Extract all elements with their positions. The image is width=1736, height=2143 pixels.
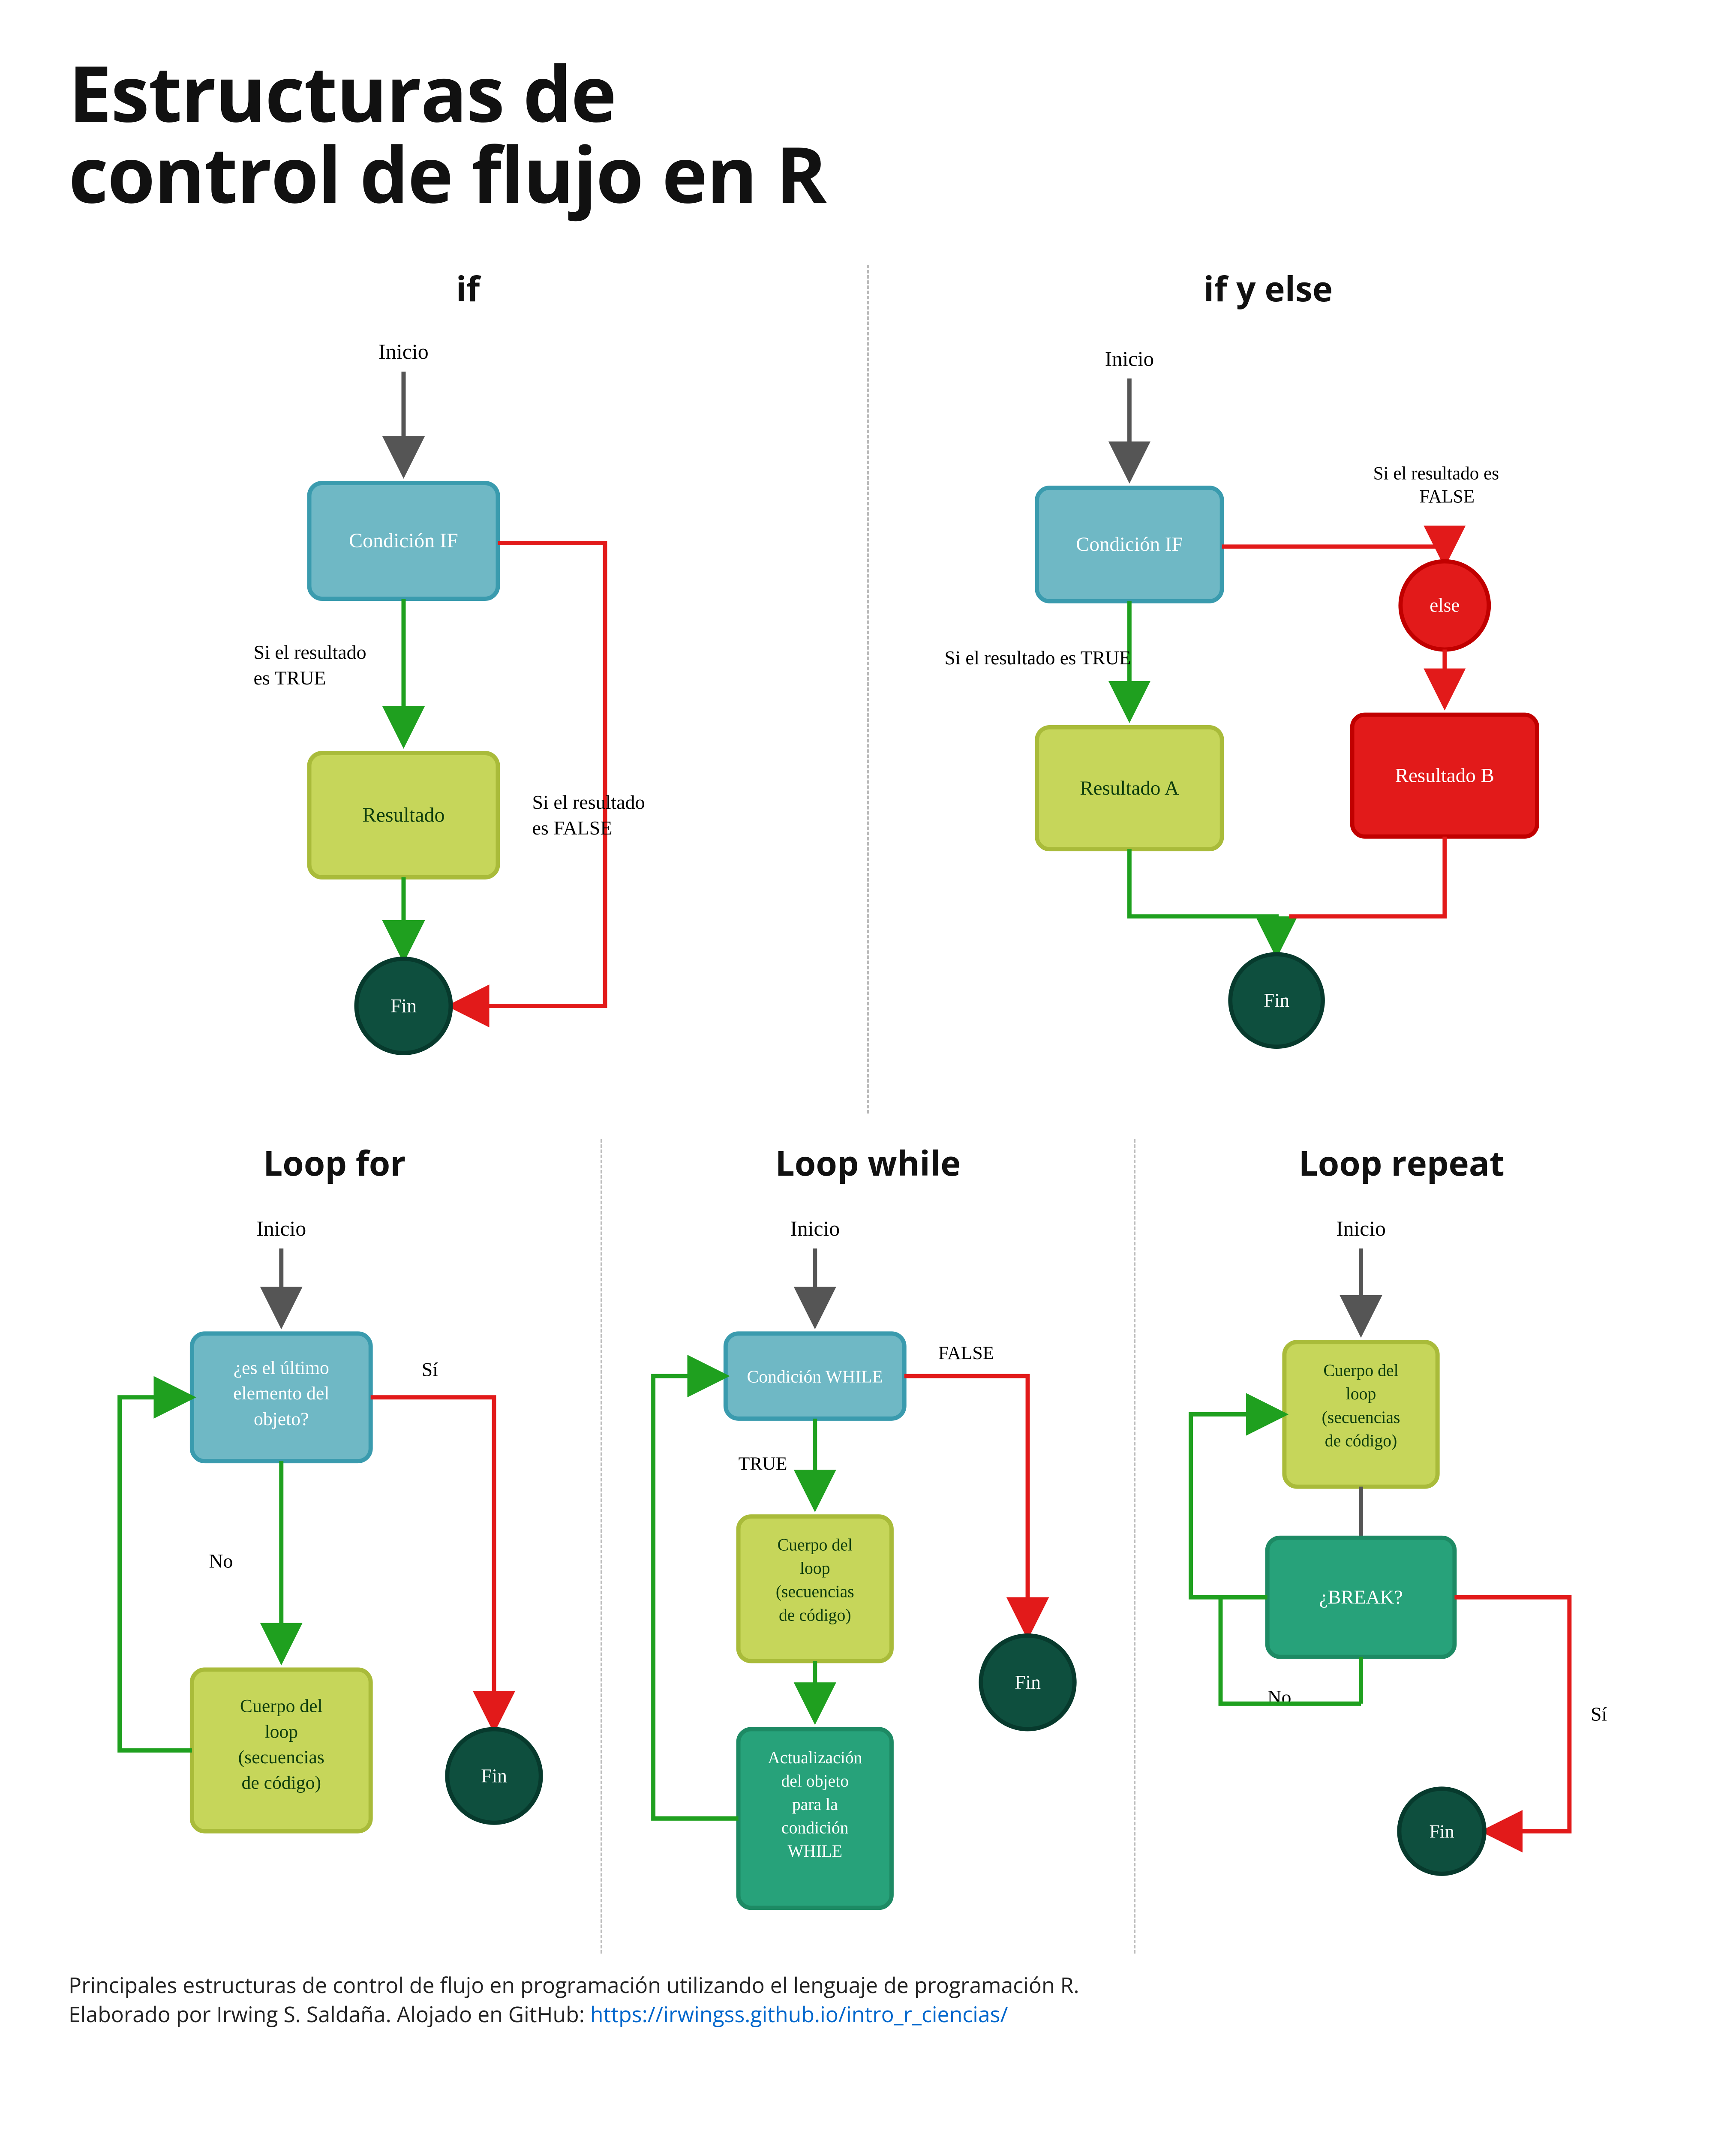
for-body-l3: (secuencias [238, 1747, 324, 1768]
repeat-body-l3: (secuencias [1322, 1408, 1400, 1427]
title-line-2: control de flujo en R [69, 120, 826, 225]
ifelse-arrow-to-else [1222, 546, 1445, 559]
ifelse-else-text: else [1430, 594, 1460, 616]
if-inicio-label: Inicio [378, 339, 429, 363]
for-cond-l3: objeto? [254, 1409, 309, 1429]
while-inicio: Inicio [790, 1217, 840, 1240]
for-inicio: Inicio [256, 1217, 306, 1240]
repeat-fin-text: Fin [1430, 1822, 1454, 1842]
while-fin-text: Fin [1015, 1671, 1041, 1693]
if-true-l1: Si el resultado [254, 641, 366, 663]
if-fin-text: Fin [390, 995, 417, 1017]
diagram-if: Inicio Condición IF Si el resultado es T… [69, 329, 867, 1122]
panel-while-title: Loop while [602, 1139, 1134, 1186]
diagram-ifelse: Inicio Condición IF Si el resultado es F… [869, 329, 1667, 1122]
for-no-label: No [209, 1550, 233, 1572]
while-cond-text: Condición WHILE [747, 1367, 883, 1387]
while-update-l4: condición [781, 1819, 849, 1837]
ifelse-result-b-text: Resultado B [1395, 764, 1494, 786]
repeat-arrow-si [1455, 1597, 1570, 1831]
ifelse-true-label: Si el resultado es TRUE [944, 647, 1131, 669]
while-body-l1: Cuerpo del [777, 1536, 852, 1555]
for-cond-l1: ¿es el último [234, 1358, 329, 1378]
page-title: Estructuras de control de flujo en R [69, 51, 1667, 213]
for-body-l4: de código) [242, 1772, 321, 1793]
panel-if: if Inicio Condición IF Si el resultado [69, 265, 869, 1114]
if-true-l2: es TRUE [254, 667, 326, 689]
for-arrow-si [371, 1397, 494, 1725]
for-cond-l2: elemento del [233, 1383, 329, 1404]
repeat-body-l2: loop [1346, 1384, 1376, 1403]
diagram-repeat: Inicio Cuerpo del loop (secuencias de có… [1135, 1203, 1667, 1962]
while-body-l2: loop [800, 1559, 830, 1578]
if-false-l1: Si el resultado [532, 791, 645, 813]
ifelse-arrow-b-fin [1289, 837, 1445, 916]
diagram-for: Inicio ¿es el último elemento del objeto… [69, 1203, 601, 1962]
for-fin-text: Fin [481, 1765, 507, 1786]
panel-if-title: if [69, 265, 867, 312]
ifelse-arrow-a-fin [1129, 849, 1276, 950]
while-true-label: TRUE [738, 1453, 787, 1474]
ifelse-result-a-text: Resultado A [1080, 777, 1179, 799]
while-update-l3: para la [792, 1795, 838, 1814]
ifelse-fin-text: Fin [1264, 990, 1289, 1011]
while-arrow-loopback [653, 1376, 739, 1819]
panel-for: Loop for Inicio ¿es el último elemento d… [69, 1139, 602, 1954]
ifelse-inicio: Inicio [1105, 347, 1154, 371]
caption-line-1: Principales estructuras de control de fl… [69, 1971, 1667, 2000]
while-update-l1: Actualización [768, 1748, 862, 1767]
caption-line-2-prefix: Elaborado por Irwing S. Saldaña. Alojado… [69, 1999, 590, 2029]
for-body-l2: loop [264, 1721, 298, 1742]
diagram-while: Inicio Condición WHILE FALSE TRUE Cuerpo… [602, 1203, 1134, 1962]
while-body-l3: (secuencias [775, 1582, 854, 1601]
repeat-break-text: ¿BREAK? [1319, 1586, 1403, 1608]
ifelse-false-l1: Si el resultado es [1373, 463, 1499, 483]
while-body-l4: de código) [779, 1606, 851, 1624]
repeat-body-l4: de código) [1325, 1431, 1397, 1450]
panel-repeat-title: Loop repeat [1135, 1139, 1667, 1186]
while-false-label: FALSE [938, 1343, 994, 1363]
if-cond-text: Condición IF [349, 529, 458, 552]
ifelse-cond-text: Condición IF [1076, 533, 1183, 555]
panel-while: Loop while Inicio Condición WHILE FALSE … [602, 1139, 1136, 1954]
panel-ifelse-title: if y else [869, 265, 1667, 312]
panel-for-title: Loop for [69, 1139, 601, 1186]
if-false-l2: es FALSE [532, 817, 613, 839]
bottom-row: Loop for Inicio ¿es el último elemento d… [69, 1139, 1667, 1954]
repeat-body-l1: Cuerpo del [1324, 1361, 1399, 1380]
while-arrow-false [904, 1376, 1027, 1632]
while-update-l5: WHILE [787, 1842, 842, 1861]
if-result-text: Resultado [363, 804, 445, 826]
for-arrow-loopback [120, 1397, 192, 1750]
caption-link[interactable]: https://irwingss.github.io/intro_r_cienc… [590, 1999, 1008, 2029]
panel-ifelse: if y else Inicio Condición IF Si el resu… [869, 265, 1667, 1114]
caption-block: Principales estructuras de control de fl… [69, 1971, 1667, 2029]
for-si-label: Sí [422, 1359, 438, 1381]
caption-line-2: Elaborado por Irwing S. Saldaña. Alojado… [69, 2000, 1667, 2029]
repeat-inicio: Inicio [1337, 1217, 1386, 1240]
panel-repeat: Loop repeat Inicio Cuerpo del loop (secu… [1135, 1139, 1667, 1954]
for-body-l1: Cuerpo del [240, 1696, 323, 1717]
top-row: if Inicio Condición IF Si el resultado [69, 265, 1667, 1114]
while-update-l2: del objeto [781, 1771, 849, 1790]
ifelse-false-l2: FALSE [1419, 486, 1475, 507]
repeat-si-label: Sí [1591, 1703, 1607, 1725]
